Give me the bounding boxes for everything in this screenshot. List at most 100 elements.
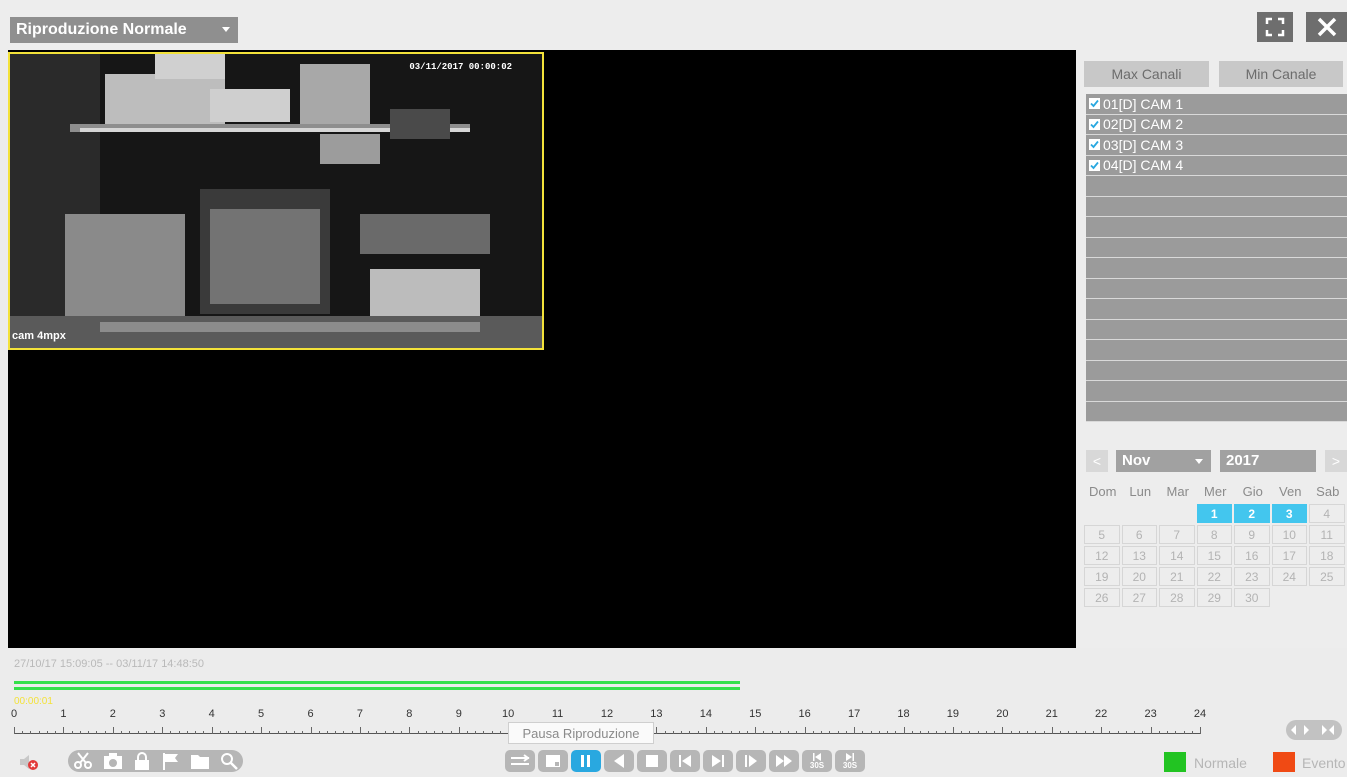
flag-icon[interactable]: [162, 752, 180, 770]
calendar-day[interactable]: 27: [1121, 588, 1157, 607]
ruler-tick: [359, 727, 361, 734]
timeline-zoom-button[interactable]: [1286, 720, 1342, 740]
record-clip-button[interactable]: [538, 750, 568, 772]
camera-icon[interactable]: [103, 752, 123, 770]
ruler-tick: [186, 731, 188, 734]
ruler-tick: [1092, 731, 1094, 734]
calendar-day[interactable]: 11: [1309, 525, 1345, 544]
channel-row[interactable]: 01[D] CAM 1: [1086, 94, 1347, 115]
ruler-tick: [1068, 731, 1070, 734]
ruler-tick: [129, 731, 131, 734]
playback-mode-select[interactable]: Riproduzione Normale: [10, 17, 238, 43]
pause-button[interactable]: [571, 750, 601, 772]
hour-tick-label: 19: [946, 708, 960, 720]
calendar-day[interactable]: 23: [1234, 567, 1270, 586]
calendar-day-empty: [1122, 504, 1158, 523]
ruler-tick: [1010, 731, 1012, 734]
calendar-month-label: Nov: [1122, 452, 1151, 469]
calendar-weekdays: Dom Lun Mar Mer Gio Ven Sab: [1084, 482, 1347, 502]
calendar-day[interactable]: 2: [1234, 504, 1270, 523]
calendar-day[interactable]: 25: [1309, 567, 1345, 586]
next-frame-button[interactable]: [703, 750, 733, 772]
calendar-week: 19 20 21 22 23 24 25: [1084, 567, 1347, 586]
calendar-day[interactable]: 6: [1121, 525, 1157, 544]
reverse-play-button[interactable]: [604, 750, 634, 772]
checkbox-checked-icon[interactable]: [1089, 118, 1100, 130]
calendar-day[interactable]: 28: [1159, 588, 1195, 607]
calendar-day[interactable]: 19: [1084, 567, 1120, 586]
ruler-tick: [499, 731, 501, 734]
folder-icon[interactable]: [190, 752, 210, 770]
speaker-muted-icon: [20, 755, 38, 770]
calendar-day[interactable]: 21: [1159, 567, 1195, 586]
camera-tile-selected[interactable]: 03/11/2017 00:00:02 cam 4mpx: [8, 52, 544, 350]
checkbox-checked-icon[interactable]: [1089, 139, 1100, 151]
min-channel-button[interactable]: Min Canale: [1219, 61, 1343, 87]
calendar-day[interactable]: 5: [1084, 525, 1120, 544]
checkbox-checked-icon[interactable]: [1089, 159, 1100, 171]
calendar-day[interactable]: 3: [1271, 504, 1307, 523]
calendar-day[interactable]: 22: [1196, 567, 1232, 586]
stop-button[interactable]: [637, 750, 667, 772]
calendar-day[interactable]: 17: [1271, 546, 1307, 565]
ruler-tick: [434, 731, 436, 734]
legend-event-swatch: [1273, 752, 1295, 772]
fast-forward-icon: [776, 755, 792, 767]
calendar-day[interactable]: 15: [1196, 546, 1232, 565]
close-button[interactable]: [1306, 12, 1347, 42]
calendar-day[interactable]: 12: [1084, 546, 1120, 565]
calendar-day[interactable]: 24: [1271, 567, 1307, 586]
calendar-day-empty: [1084, 504, 1120, 523]
calendar-day[interactable]: 8: [1196, 525, 1232, 544]
calendar-prev-button[interactable]: <: [1086, 450, 1108, 472]
skip-back-30s-button[interactable]: 30S: [802, 750, 832, 772]
calendar-day[interactable]: 26: [1084, 588, 1120, 607]
scissors-icon[interactable]: [73, 752, 93, 770]
ruler-tick: [1109, 731, 1111, 734]
calendar-day[interactable]: 30: [1234, 588, 1270, 607]
ruler-tick: [219, 731, 221, 734]
calendar-day[interactable]: 18: [1309, 546, 1345, 565]
channel-label: 03[D] CAM 3: [1103, 136, 1184, 153]
calendar-next-button[interactable]: >: [1325, 450, 1347, 472]
top-bar: Riproduzione Normale: [0, 0, 1347, 50]
calendar-day[interactable]: 29: [1196, 588, 1232, 607]
calendar-year-field[interactable]: 2017: [1220, 450, 1316, 472]
ruler-tick: [969, 731, 971, 734]
calendar-day[interactable]: 1: [1196, 504, 1232, 523]
ruler-tick: [351, 731, 353, 734]
slow-play-button[interactable]: [736, 750, 766, 772]
channel-row[interactable]: 02[D] CAM 2: [1086, 115, 1347, 135]
calendar-day[interactable]: 7: [1159, 525, 1195, 544]
calendar-day[interactable]: 10: [1271, 525, 1307, 544]
step-back-icon: [679, 755, 691, 767]
skip-forward-icon: [846, 752, 854, 761]
zoom-icon[interactable]: [220, 752, 238, 770]
calendar-day[interactable]: 9: [1234, 525, 1270, 544]
fullscreen-button[interactable]: [1257, 12, 1293, 42]
skip-forward-30s-button[interactable]: 30S: [835, 750, 865, 772]
sync-button[interactable]: [505, 750, 535, 772]
calendar-day[interactable]: 14: [1159, 546, 1195, 565]
checkbox-checked-icon[interactable]: [1089, 98, 1100, 110]
recording-bar[interactable]: [14, 681, 741, 684]
calendar-day[interactable]: 16: [1234, 546, 1270, 565]
max-channels-button[interactable]: Max Canali: [1084, 61, 1209, 87]
ruler-tick: [310, 727, 312, 734]
channel-row[interactable]: 03[D] CAM 3: [1086, 135, 1347, 156]
channel-row[interactable]: 04[D] CAM 4: [1086, 156, 1347, 176]
calendar-day[interactable]: 20: [1121, 567, 1157, 586]
fast-forward-button[interactable]: [769, 750, 799, 772]
pause-icon: [581, 755, 590, 767]
ruler-tick: [384, 731, 386, 734]
prev-frame-button[interactable]: [670, 750, 700, 772]
ruler-tick: [22, 731, 24, 734]
mute-button[interactable]: [18, 752, 40, 772]
recording-bar[interactable]: [14, 687, 741, 690]
ruler-tick: [458, 727, 460, 734]
lock-icon[interactable]: [133, 752, 151, 770]
calendar-day[interactable]: 4: [1309, 504, 1345, 523]
calendar-day[interactable]: 13: [1121, 546, 1157, 565]
channel-list: 01[D] CAM 1 02[D] CAM 2 03[D] CAM 3 04[D] C…: [1086, 94, 1347, 422]
calendar-month-select[interactable]: Nov: [1116, 450, 1211, 472]
